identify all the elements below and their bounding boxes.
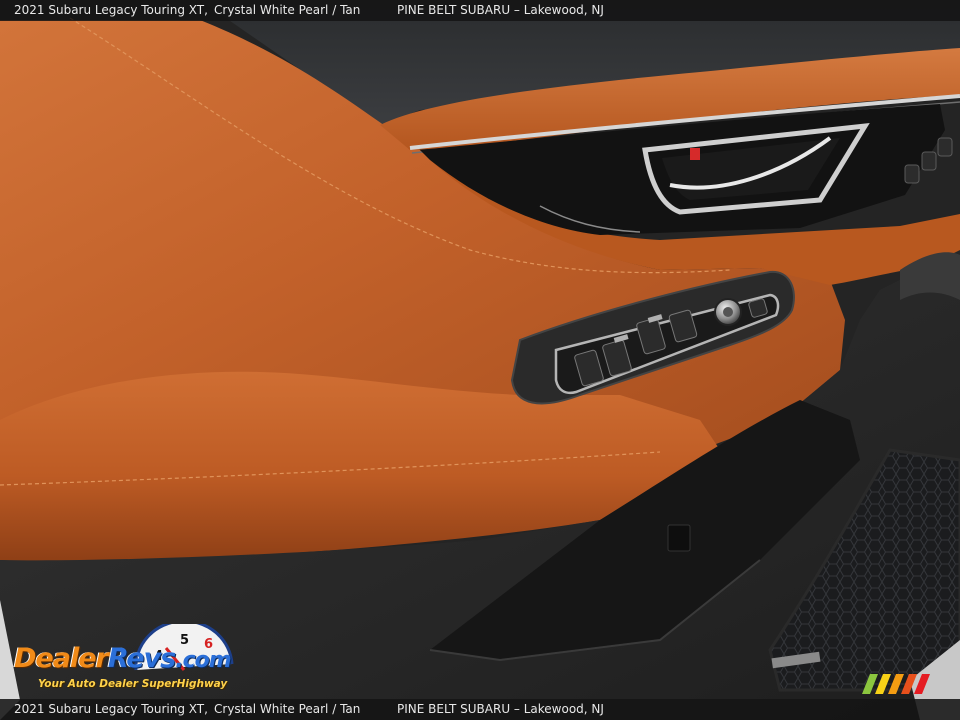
vehicle-color-label: Crystal White Pearl / Tan xyxy=(214,3,361,17)
caption-bar-bottom: 2021 Subaru Legacy Touring XT, Crystal W… xyxy=(0,699,960,720)
vehicle-color-label: Crystal White Pearl / Tan xyxy=(214,702,361,716)
logo-word-com: .com xyxy=(175,648,231,673)
dealer-label: PINE BELT SUBARU – Lakewood, NJ xyxy=(397,3,604,17)
dealerrevs-logo[interactable]: 4 5 6 DealerRevs.com Your Auto Dealer Su… xyxy=(8,624,268,696)
vehicle-model-label: 2021 Subaru Legacy Touring XT, xyxy=(14,3,208,17)
vehicle-model-label: 2021 Subaru Legacy Touring XT, xyxy=(14,702,208,716)
logo-tagline: Your Auto Dealer SuperHighway xyxy=(38,678,228,690)
color-stripes-icon xyxy=(862,674,930,694)
logo-word-revs: Revs xyxy=(107,643,176,674)
dealer-label: PINE BELT SUBARU – Lakewood, NJ xyxy=(397,702,604,716)
photo-viewer: 2021 Subaru Legacy Touring XT, Crystal W… xyxy=(0,0,960,720)
caption-bar-top: 2021 Subaru Legacy Touring XT, Crystal W… xyxy=(0,0,960,21)
logo-word-dealer: Dealer xyxy=(14,643,109,674)
logo-wordmark: DealerRevs.com xyxy=(14,642,232,678)
door-panel-photo xyxy=(0,0,960,720)
